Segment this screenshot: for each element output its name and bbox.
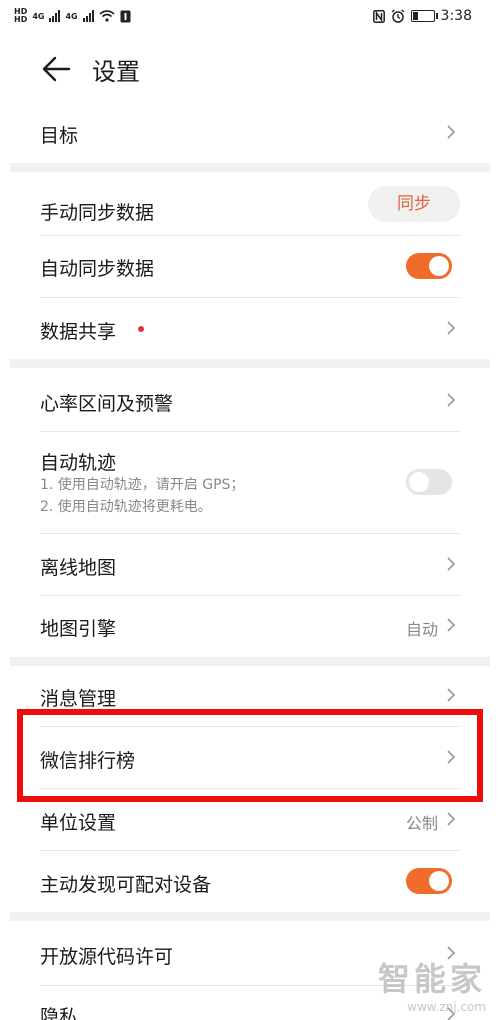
chevron-right-icon: [447, 812, 456, 826]
section-divider: [10, 657, 490, 666]
status-bar: HD HD 4G 4G 3:38: [0, 0, 500, 34]
nfc-icon: [372, 9, 385, 23]
discover-devices-toggle[interactable]: [406, 868, 452, 894]
auto-track-toggle[interactable]: [406, 469, 452, 495]
battery-icon: [410, 10, 438, 22]
sync-button[interactable]: 同步: [368, 186, 460, 222]
notification-icon: [120, 10, 131, 22]
chevron-right-icon: [447, 688, 456, 702]
chevron-right-icon: [447, 618, 456, 632]
clock: 3:38: [440, 8, 472, 24]
row-label: 离线地图: [40, 557, 117, 579]
row-label: 开放源代码许可: [40, 946, 174, 968]
row-label: 单位设置: [40, 812, 117, 834]
highlight-box: [17, 709, 483, 802]
settings-row-offline-map[interactable]: 离线地图: [40, 534, 460, 594]
settings-row-map-engine[interactable]: 地图引擎 自动: [40, 596, 460, 656]
row-label: 手动同步数据: [40, 202, 155, 224]
section-divider: [10, 359, 490, 368]
row-label: 目标: [40, 125, 79, 147]
back-arrow-icon[interactable]: [40, 53, 72, 85]
section-divider: [10, 163, 490, 172]
row-label: 消息管理: [40, 688, 117, 710]
network-label-2: 4G: [65, 11, 78, 21]
settings-row-heart-rate[interactable]: 心率区间及预警: [40, 370, 460, 430]
settings-row-target[interactable]: 目标: [40, 104, 460, 160]
chevron-right-icon: [447, 321, 456, 335]
chevron-right-icon: [447, 125, 456, 139]
watermark-url: www.znj.com: [407, 1000, 486, 1014]
hd-icon: HD HD: [14, 7, 28, 24]
status-right: 3:38: [372, 8, 472, 24]
watermark-text: 智能家: [377, 960, 486, 998]
chevron-right-icon: [447, 557, 456, 571]
signal-icon-2: [82, 10, 94, 22]
status-left: HD HD 4G 4G: [14, 8, 131, 24]
settings-row-manual-sync: 手动同步数据 同步: [40, 174, 460, 234]
row-label: 地图引擎: [40, 618, 117, 640]
header: 设置: [0, 36, 500, 100]
row-label: 数据共享: [40, 321, 117, 343]
page-title: 设置: [92, 58, 140, 86]
row-note-1: 1. 使用自动轨迹，请开启 GPS；: [40, 477, 245, 493]
auto-sync-toggle[interactable]: [406, 253, 452, 279]
row-label: 主动发现可配对设备: [40, 874, 212, 896]
alarm-icon: [391, 9, 404, 23]
map-engine-value: 自动: [405, 620, 438, 639]
wifi-icon: [99, 10, 115, 22]
unit-settings-value: 公制: [405, 814, 438, 833]
row-note-2: 2. 使用自动轨迹将更耗电。: [40, 499, 212, 515]
row-label: 自动轨迹: [40, 452, 117, 474]
section-divider: [10, 912, 490, 921]
watermark: 智能家 www.znj.com: [378, 954, 486, 1014]
chevron-right-icon: [447, 393, 456, 407]
settings-row-discover-devices: 主动发现可配对设备: [40, 851, 460, 911]
row-label: 隐私: [40, 1006, 79, 1020]
row-label: 自动同步数据: [40, 258, 155, 280]
settings-row-data-share[interactable]: 数据共享: [40, 298, 460, 358]
row-label: 心率区间及预警: [40, 393, 174, 415]
network-label-1: 4G: [32, 11, 45, 21]
signal-icon: [49, 10, 61, 22]
settings-row-auto-sync: 自动同步数据: [40, 236, 460, 296]
settings-row-auto-track: 自动轨迹 1. 使用自动轨迹，请开启 GPS； 2. 使用自动轨迹将更耗电。: [40, 432, 460, 532]
notification-dot: [138, 326, 144, 332]
